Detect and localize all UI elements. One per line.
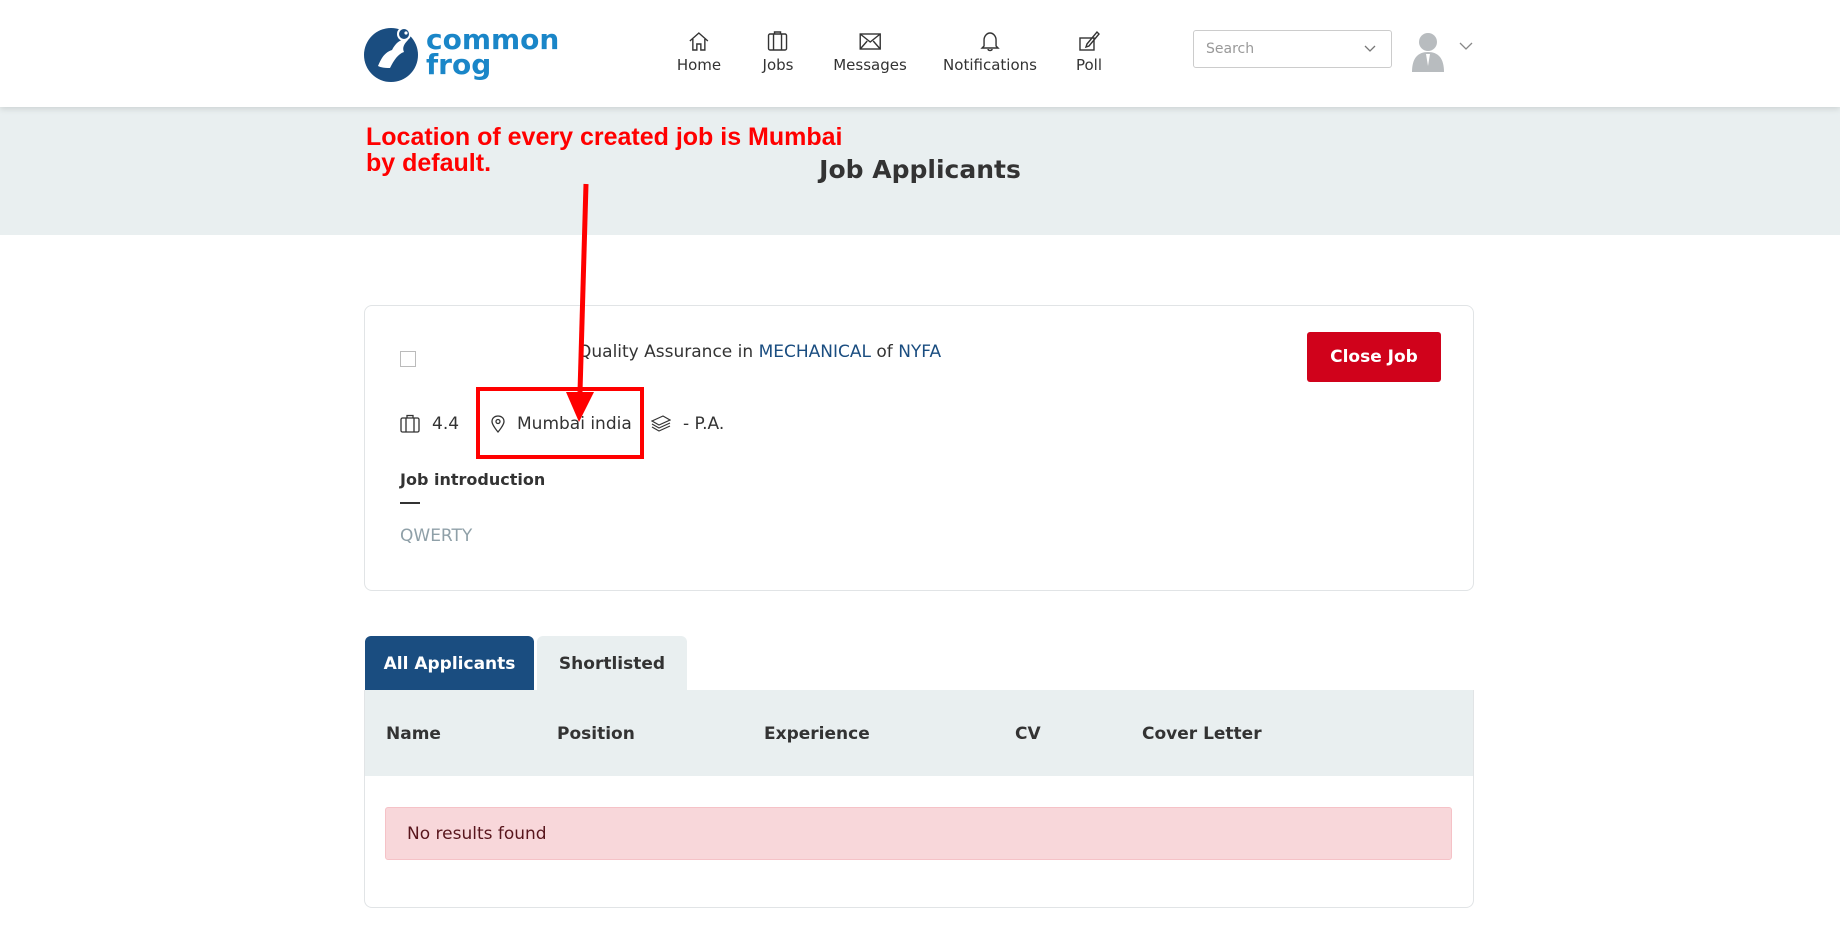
job-experience-value: 4.4 — [432, 414, 460, 434]
applicants-table: Name Position Experience CV Cover Letter… — [364, 690, 1474, 908]
nav-label-jobs: Jobs — [762, 56, 794, 74]
job-position: Quality Assurance — [578, 342, 733, 362]
column-header-position: Position — [557, 724, 635, 744]
nav-item-poll[interactable]: Poll — [1076, 30, 1102, 74]
user-avatar-icon[interactable] — [1410, 30, 1446, 72]
nav-item-jobs[interactable]: Jobs — [762, 30, 794, 74]
annotation-note: Location of every created job is Mumbai … — [366, 124, 843, 176]
table-header-row: Name Position Experience CV Cover Letter — [365, 690, 1473, 776]
chevron-down-icon[interactable] — [1363, 41, 1377, 55]
job-experience: 4.4 — [400, 414, 459, 434]
top-header: common frog Home Jobs Messages Notificat… — [0, 0, 1840, 107]
job-salary: - P.A. — [651, 414, 724, 434]
job-of-word: of — [876, 342, 893, 362]
job-department-link[interactable]: MECHANICAL — [759, 342, 871, 362]
frog-logo-icon — [364, 27, 418, 82]
nav-item-messages[interactable]: Messages — [833, 30, 907, 74]
user-menu-chevron-icon[interactable] — [1458, 40, 1474, 52]
tab-shortlisted[interactable]: Shortlisted — [537, 636, 687, 692]
job-company-link[interactable]: NYFA — [898, 342, 941, 362]
section-divider — [400, 502, 420, 504]
job-title: Quality Assurance in MECHANICAL of NYFA — [578, 342, 941, 362]
bell-icon — [980, 32, 1000, 52]
job-salary-value: - P.A. — [683, 414, 725, 434]
home-icon — [689, 32, 709, 51]
search-select[interactable] — [1193, 30, 1392, 68]
column-header-name: Name — [386, 724, 441, 744]
money-stack-icon — [651, 415, 671, 432]
briefcase-icon — [400, 414, 420, 433]
column-header-experience: Experience — [764, 724, 870, 744]
page-title: Job Applicants — [819, 155, 1021, 184]
no-results-alert: No results found — [385, 807, 1452, 860]
nav-label-messages: Messages — [833, 56, 907, 74]
briefcase-icon — [768, 31, 788, 51]
envelope-icon — [859, 33, 881, 50]
annotation-line-2: by default. — [366, 149, 492, 177]
nav-item-notifications[interactable]: Notifications — [943, 30, 1037, 74]
company-logo-image — [400, 351, 416, 367]
tab-all-applicants[interactable]: All Applicants — [365, 636, 534, 692]
job-in-word: in — [737, 342, 754, 362]
close-job-button[interactable]: Close Job — [1307, 332, 1441, 382]
nav-label-home: Home — [676, 56, 722, 74]
brand-name: common frog — [426, 26, 559, 79]
nav-label-poll: Poll — [1075, 56, 1103, 74]
job-intro-text: QWERTY — [400, 526, 473, 546]
brand-logo[interactable]: common frog — [364, 22, 559, 82]
column-header-cv: CV — [1015, 724, 1041, 744]
column-header-cover-letter: Cover Letter — [1142, 724, 1262, 744]
nav-label-notifications: Notifications — [943, 56, 1037, 74]
no-results-text: No results found — [407, 823, 547, 844]
nav-item-home[interactable]: Home — [677, 30, 721, 74]
annotation-line-1: Location of every created job is Mumbai — [366, 123, 843, 151]
annotation-highlight-box — [476, 387, 644, 459]
search-input[interactable] — [1194, 31, 1356, 67]
job-intro-heading: Job introduction — [400, 470, 546, 489]
poll-pen-icon — [1079, 30, 1100, 51]
